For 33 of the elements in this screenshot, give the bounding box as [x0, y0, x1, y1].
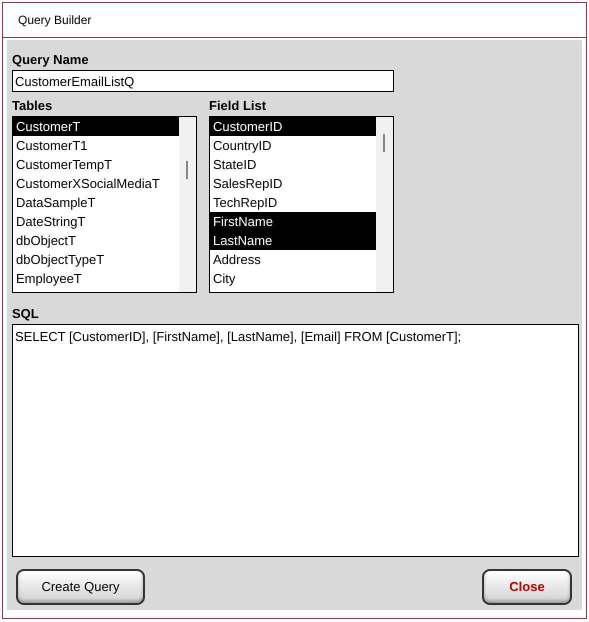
list-item[interactable]: DataSampleT	[13, 193, 179, 212]
list-item[interactable]: CustomerXSocialMediaT	[13, 174, 179, 193]
scroll-thumb[interactable]	[383, 134, 385, 152]
scroll-thumb[interactable]	[186, 161, 188, 179]
list-item[interactable]: StateID	[210, 155, 376, 174]
field-label: Field List	[209, 98, 268, 114]
sql-text-area[interactable]: SELECT [CustomerID], [FirstName], [LastName], [Email] FROM [CustomerT];	[12, 324, 579, 557]
action-button[interactable]: Create Query	[16, 569, 145, 605]
list-item[interactable]: City	[210, 269, 376, 288]
list-item[interactable]: CountryID	[210, 136, 376, 155]
field-label: Query Name	[12, 52, 90, 68]
list-item[interactable]: CustomerT	[13, 117, 179, 136]
query-name-field[interactable]: CustomerEmailListQ	[12, 70, 394, 92]
list-item[interactable]: CustomerID	[210, 117, 376, 136]
scrollbar[interactable]	[376, 117, 393, 292]
list-item[interactable]: dbObjectT	[13, 231, 179, 250]
list-box[interactable]: CustomerT CustomerT1 CustomerTempT CustomerXSocialMediaT DataSampleT DateStringT dbObjectT dbObjectTypeT EmployeeT	[12, 116, 197, 293]
scrollbar[interactable]	[179, 117, 196, 292]
field-label: Tables	[12, 98, 54, 114]
list-item[interactable]: dbObjectTypeT	[13, 250, 179, 269]
list-item[interactable]: SalesRepID	[210, 174, 376, 193]
list-item[interactable]: CustomerTempT	[13, 155, 179, 174]
window-title: Query Builder	[18, 12, 92, 29]
list-item[interactable]: TechRepID	[210, 193, 376, 212]
list-item[interactable]: CustomerT1	[13, 136, 179, 155]
list-item[interactable]: LastName	[210, 231, 376, 250]
list-item[interactable]: FirstName	[210, 212, 376, 231]
list-item[interactable]: EmployeeT	[13, 269, 179, 288]
field-label: SQL	[12, 306, 40, 322]
list-item[interactable]: DateStringT	[13, 212, 179, 231]
action-button[interactable]: Close	[482, 569, 572, 605]
list-item[interactable]: Address	[210, 250, 376, 269]
list-box[interactable]: CustomerID CountryID StateID SalesRepID TechRepID FirstName LastName Address City	[209, 116, 394, 293]
